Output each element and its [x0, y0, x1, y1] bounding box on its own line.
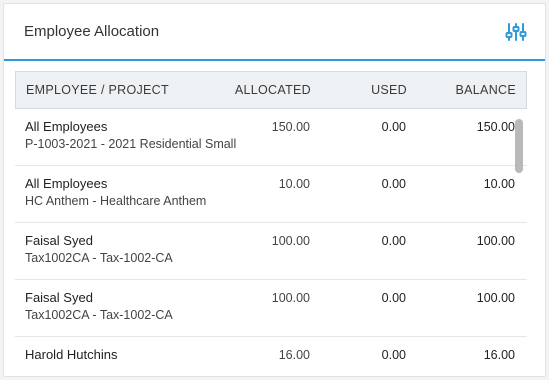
- header-employee-project[interactable]: EMPLOYEE / PROJECT: [16, 83, 216, 97]
- widget-header: Employee Allocation: [4, 4, 545, 61]
- allocated-value: 16.00: [278, 348, 310, 362]
- balance-value: 10.00: [483, 177, 515, 191]
- table-row[interactable]: Harold Hutchins 16.00 0.00 16.00: [15, 337, 527, 371]
- balance-value: 150.00: [476, 120, 515, 134]
- allocated-value: 10.00: [278, 177, 310, 191]
- used-value: 0.00: [381, 348, 406, 362]
- header-allocated[interactable]: ALLOCATED: [216, 83, 311, 97]
- table-row[interactable]: Faisal Syed Tax1002CA - Tax-1002-CA 100.…: [15, 223, 527, 280]
- used-value: 0.00: [381, 291, 406, 305]
- used-value: 0.00: [381, 177, 406, 191]
- widget-title: Employee Allocation: [24, 23, 160, 40]
- table-body[interactable]: All Employees P-1003-2021 - 2021 Residen…: [15, 109, 527, 371]
- header-balance[interactable]: BALANCE: [407, 83, 516, 97]
- header-used[interactable]: USED: [311, 83, 407, 97]
- vertical-scrollbar[interactable]: [515, 119, 523, 173]
- allocation-table: EMPLOYEE / PROJECT ALLOCATED USED BALANC…: [15, 71, 527, 371]
- table-row[interactable]: All Employees HC Anthem - Healthcare Ant…: [15, 166, 527, 223]
- balance-value: 100.00: [476, 291, 515, 305]
- project-name: Tax1002CA - Tax-1002-CA: [25, 251, 173, 265]
- employee-name: All Employees: [25, 176, 108, 191]
- employee-name: All Employees: [25, 119, 108, 134]
- employee-name: Faisal Syed: [25, 290, 93, 305]
- allocated-value: 100.00: [271, 291, 310, 305]
- employee-allocation-widget: Employee Allocation EMPLOYEE / PROJECT A…: [3, 3, 546, 377]
- used-value: 0.00: [381, 234, 406, 248]
- allocated-value: 150.00: [271, 120, 310, 134]
- sliders-icon: [505, 22, 527, 41]
- project-name: P-1003-2021 - 2021 Residential Small: [25, 137, 237, 151]
- used-value: 0.00: [381, 120, 406, 134]
- table-row[interactable]: All Employees P-1003-2021 - 2021 Residen…: [15, 109, 527, 166]
- project-name: Tax1002CA - Tax-1002-CA: [25, 308, 173, 322]
- employee-name: Harold Hutchins: [25, 347, 118, 362]
- balance-value: 100.00: [476, 234, 515, 248]
- allocated-value: 100.00: [271, 234, 310, 248]
- settings-button[interactable]: [503, 19, 529, 45]
- table-row[interactable]: Faisal Syed Tax1002CA - Tax-1002-CA 100.…: [15, 280, 527, 337]
- table-header: EMPLOYEE / PROJECT ALLOCATED USED BALANC…: [15, 71, 527, 109]
- project-name: HC Anthem - Healthcare Anthem: [25, 194, 207, 208]
- employee-name: Faisal Syed: [25, 233, 93, 248]
- balance-value: 16.00: [483, 348, 515, 362]
